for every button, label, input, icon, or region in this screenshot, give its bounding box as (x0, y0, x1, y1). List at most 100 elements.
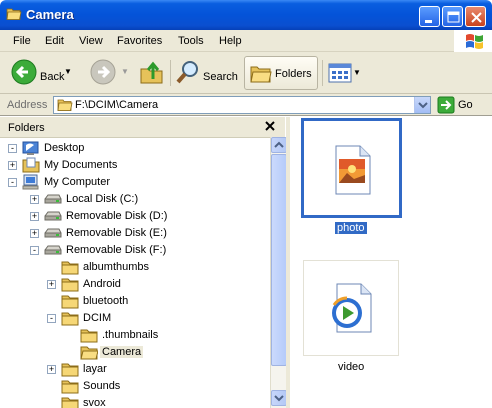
forward-dropdown-icon[interactable]: ▼ (121, 67, 129, 76)
address-dropdown-button[interactable] (414, 97, 430, 113)
tree-item-label: Removable Disk (E:) (66, 227, 167, 239)
file-view: photo video (290, 117, 492, 408)
close-icon[interactable] (263, 119, 277, 133)
tree-item-label: Camera (100, 346, 144, 358)
scroll-down-button[interactable] (271, 390, 287, 406)
menu-help[interactable]: Help (219, 35, 242, 47)
tree-item-label: layar (83, 363, 107, 375)
drive-icon (44, 245, 62, 255)
menu-edit[interactable]: Edit (45, 35, 64, 47)
toolbar: Back ▼ ▼ Search Folders ▼ (0, 52, 492, 94)
open-folder-icon (57, 99, 73, 111)
file-name-photo[interactable]: photo (335, 222, 367, 234)
folder-icon (61, 312, 79, 326)
tree-item-label: Sounds (83, 380, 121, 392)
menu-bar: File Edit View Favorites Tools Help (0, 30, 492, 52)
toolbar-separator (322, 60, 323, 86)
go-button[interactable]: Go (436, 96, 488, 114)
tree-item-label: Local Disk (C:) (66, 193, 139, 205)
folders-pane-header: Folders (0, 117, 285, 137)
address-bar: Address F:\DCIM\Camera Go (0, 94, 492, 116)
scroll-thumb[interactable] (271, 154, 287, 366)
folder-icon (61, 278, 79, 292)
views-button[interactable]: ▼ (327, 56, 363, 90)
folder-icon (61, 261, 79, 275)
address-path: F:\DCIM\Camera (75, 99, 159, 111)
menu-file[interactable]: File (13, 35, 31, 47)
file-name-video[interactable]: video (338, 361, 364, 373)
windows-flag-icon (466, 34, 483, 49)
maximize-icon (447, 11, 460, 23)
minimize-icon (425, 20, 432, 23)
folder-icon (61, 363, 79, 377)
scroll-up-button[interactable] (271, 137, 287, 153)
folder-up-icon (140, 61, 163, 84)
folder-icon (61, 380, 79, 394)
title-bar: Camera (0, 0, 492, 30)
tree-item-label: Android (83, 278, 121, 290)
expand-icon[interactable]: + (47, 280, 56, 289)
chevron-up-icon (274, 141, 284, 148)
file-thumbnail-photo[interactable] (301, 118, 402, 218)
drive-icon (44, 228, 62, 238)
magnifier-icon (176, 61, 198, 84)
search-label: Search (203, 71, 238, 83)
menu-tools[interactable]: Tools (178, 35, 204, 47)
back-label: Back (40, 71, 65, 83)
go-arrow-icon (437, 96, 455, 114)
tree-item-label: My Documents (44, 159, 118, 171)
toolbar-separator (170, 60, 171, 86)
folder-icon (61, 397, 79, 408)
windows-logo (454, 30, 492, 52)
search-button[interactable]: Search (174, 56, 240, 90)
collapse-icon[interactable]: - (47, 314, 56, 323)
window-title: Camera (26, 7, 74, 22)
chevron-down-icon (274, 395, 284, 402)
minimize-button[interactable] (419, 6, 440, 27)
tree-item-label: Removable Disk (F:) (66, 244, 167, 256)
folders-icon (250, 66, 272, 83)
forward-button[interactable]: ▼ (88, 56, 130, 90)
back-dropdown-icon[interactable]: ▼ (64, 67, 72, 76)
folders-pane-title: Folders (8, 122, 45, 134)
address-field[interactable]: F:\DCIM\Camera (53, 96, 431, 114)
folder-tree: - Desktop + My Documents - My Computer + Local … (0, 137, 270, 408)
collapse-icon[interactable]: - (30, 246, 39, 255)
image-file-icon (335, 145, 371, 195)
tree-item-label: Removable Disk (D:) (66, 210, 168, 222)
tree-item-label: .thumbnails (102, 329, 159, 341)
expand-icon[interactable]: + (47, 365, 56, 374)
menu-favorites[interactable]: Favorites (117, 35, 162, 47)
close-button[interactable] (465, 6, 486, 27)
tree-item-label: svox (83, 397, 106, 408)
expand-icon[interactable]: + (30, 229, 39, 238)
media-file-icon (332, 283, 372, 333)
views-dropdown-icon[interactable]: ▼ (353, 68, 361, 77)
computer-icon (22, 174, 39, 190)
tree-item-label: albumthumbs (83, 261, 150, 273)
drive-icon (44, 194, 62, 204)
drive-icon (44, 211, 62, 221)
expand-icon[interactable]: + (8, 161, 17, 170)
file-thumbnail-video[interactable] (303, 260, 399, 356)
tree-item-label: Desktop (44, 142, 85, 154)
close-icon (471, 12, 482, 23)
maximize-button[interactable] (442, 6, 463, 27)
expand-icon[interactable]: + (30, 212, 39, 221)
folder-tree-scrollbar[interactable] (270, 137, 287, 408)
desktop-icon (22, 141, 39, 155)
open-folder-icon (80, 346, 98, 360)
menu-view[interactable]: View (79, 35, 103, 47)
collapse-icon[interactable]: - (8, 178, 17, 187)
folders-button[interactable]: Folders (244, 56, 318, 90)
collapse-icon[interactable]: - (8, 144, 17, 153)
tree-item-label: DCIM (83, 312, 112, 324)
back-button[interactable]: Back ▼ (9, 56, 72, 90)
up-button[interactable] (138, 56, 166, 90)
folder-icon (61, 295, 79, 309)
chevron-down-icon (418, 102, 428, 109)
folder-icon (80, 329, 98, 343)
views-icon (328, 63, 352, 83)
tree-item-label: bluetooth (83, 295, 129, 307)
expand-icon[interactable]: + (30, 195, 39, 204)
